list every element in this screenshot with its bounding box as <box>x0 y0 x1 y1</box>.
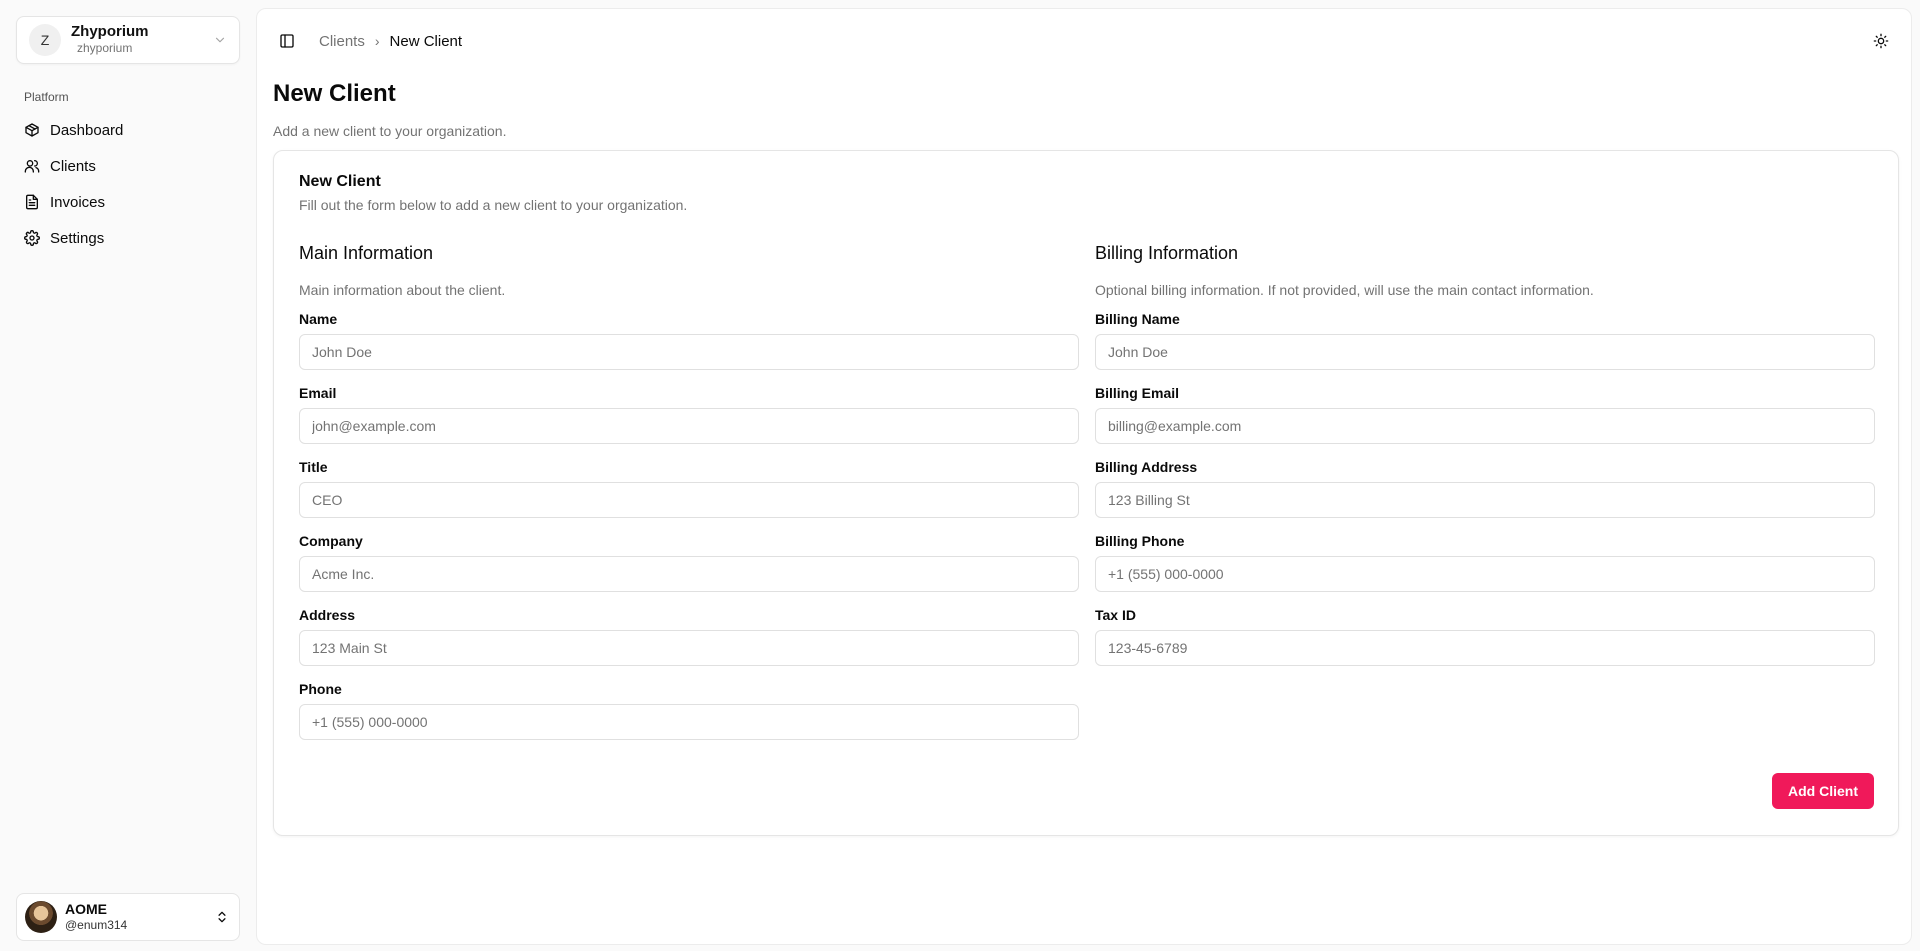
new-client-card: New Client Fill out the form below to ad… <box>273 150 1899 836</box>
sidebar: Z Zhyporium zhyporium Platform Dashboard… <box>0 0 256 951</box>
company-field-group: Company <box>299 533 1079 592</box>
sidebar-item-label: Clients <box>50 157 96 175</box>
field-label: Billing Address <box>1095 459 1198 475</box>
avatar <box>25 901 57 933</box>
page-title: New Client <box>273 80 396 107</box>
card-description: Fill out the form below to add a new cli… <box>299 197 688 213</box>
file-text-icon <box>26 194 38 210</box>
company-input[interactable] <box>299 556 1079 592</box>
section-description: Main information about the client. <box>299 282 506 298</box>
org-slug: zhyporium <box>77 41 133 55</box>
nav-group-label: Platform <box>24 90 69 104</box>
sidebar-item-invoices[interactable]: Invoices <box>16 186 240 218</box>
title-input[interactable] <box>299 482 1079 518</box>
org-info: Zhyporium zhyporium <box>71 23 203 57</box>
sidebar-item-label: Dashboard <box>50 121 124 139</box>
user-info: AOME @enum314 <box>65 901 207 933</box>
theme-toggle-button[interactable] <box>1867 27 1895 55</box>
user-handle: @enum314 <box>65 918 128 932</box>
field-label: Billing Email <box>1095 385 1180 401</box>
sun-icon <box>1873 33 1889 49</box>
billing-email-input[interactable] <box>1095 408 1875 444</box>
field-label: Tax ID <box>1095 607 1136 623</box>
sidebar-item-settings[interactable]: Settings <box>16 222 240 254</box>
breadcrumb-clients-link[interactable]: Clients <box>319 33 365 50</box>
card-title: New Client <box>299 173 381 190</box>
breadcrumb-current: New Client <box>389 32 463 50</box>
section-title: Main Information <box>299 243 434 263</box>
email-input[interactable] <box>299 408 1079 444</box>
org-switcher[interactable]: Z Zhyporium zhyporium <box>16 16 240 64</box>
field-label: Title <box>299 459 328 475</box>
field-label: Email <box>299 385 337 401</box>
billing-name-field-group: Billing Name <box>1095 311 1875 370</box>
field-label: Billing Phone <box>1095 533 1185 549</box>
field-label: Billing Name <box>1095 311 1180 327</box>
sidebar-item-clients[interactable]: Clients <box>16 150 240 182</box>
billing-phone-field-group: Billing Phone <box>1095 533 1875 592</box>
sidebar-item-label: Invoices <box>50 193 106 211</box>
sidebar-item-label: Settings <box>50 229 105 247</box>
name-field-group: Name <box>299 311 1079 370</box>
chevron-down-icon <box>215 37 225 43</box>
billing-address-field-group: Billing Address <box>1095 459 1875 518</box>
form-columns: Main Information Main information about … <box>299 242 1875 755</box>
main-panel: Clients › New Client New Client Add a ne… <box>256 8 1912 945</box>
billing-phone-input[interactable] <box>1095 556 1875 592</box>
box-icon <box>25 123 39 137</box>
billing-email-field-group: Billing Email <box>1095 385 1875 444</box>
field-label: Address <box>299 607 356 623</box>
sidebar-item-dashboard[interactable]: Dashboard <box>16 114 240 146</box>
org-avatar: Z <box>29 24 61 56</box>
panel-left-icon <box>280 34 294 48</box>
breadcrumb: Clients › New Client <box>319 33 462 50</box>
org-name: Zhyporium <box>71 23 149 40</box>
phone-field-group: Phone <box>299 681 1079 740</box>
section-description: Optional billing information. If not pro… <box>1095 282 1594 298</box>
page-subtitle: Add a new client to your organization. <box>273 123 507 139</box>
topbar: Clients › New Client <box>257 9 1911 73</box>
user-menu[interactable]: AOME @enum314 <box>16 893 240 941</box>
field-label: Company <box>299 533 363 549</box>
tax-id-input[interactable] <box>1095 630 1875 666</box>
phone-input[interactable] <box>299 704 1079 740</box>
billing-information-section: Billing Information Optional billing inf… <box>1095 242 1875 755</box>
page-header: New Client Add a new client to your orga… <box>257 73 1911 139</box>
user-name: AOME <box>65 901 107 917</box>
billing-address-input[interactable] <box>1095 482 1875 518</box>
title-field-group: Title <box>299 459 1079 518</box>
name-input[interactable] <box>299 334 1079 370</box>
address-field-group: Address <box>299 607 1079 666</box>
field-label: Phone <box>299 681 342 697</box>
add-client-button[interactable]: Add Client <box>1772 773 1874 809</box>
main-information-section: Main Information Main information about … <box>299 242 1079 755</box>
field-label: Name <box>299 311 338 327</box>
billing-name-input[interactable] <box>1095 334 1875 370</box>
breadcrumb-separator: › <box>374 33 380 49</box>
email-field-group: Email <box>299 385 1079 444</box>
chevrons-up-down-icon <box>218 911 226 923</box>
users-icon <box>24 160 40 173</box>
gear-icon <box>24 230 40 246</box>
sidebar-toggle-button[interactable] <box>273 27 301 55</box>
tax-id-field-group: Tax ID <box>1095 607 1875 666</box>
section-title: Billing Information <box>1095 243 1239 263</box>
address-input[interactable] <box>299 630 1079 666</box>
